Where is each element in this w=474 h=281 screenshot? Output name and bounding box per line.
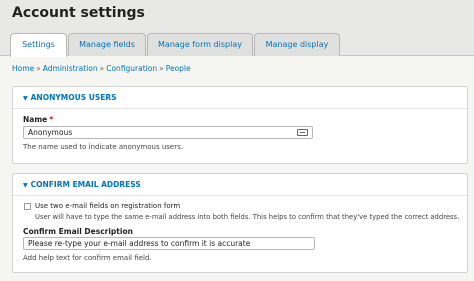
confirm-email-title: CONFIRM EMAIL ADDRESS [30, 180, 141, 189]
anonymous-users-panel: ▼ ANONYMOUS USERS Name * Anonymous The nam… [12, 86, 468, 164]
triangle-down-icon: ▼ [23, 95, 28, 102]
tab-manage-form-display[interactable]: Manage form display [147, 33, 253, 56]
tab-manage-display[interactable]: Manage display [254, 33, 340, 56]
anonymous-users-title: ANONYMOUS USERS [30, 93, 117, 102]
triangle-down-icon: ▼ [23, 182, 28, 189]
confirm-description-help: Add help text for confirm email field. [23, 254, 152, 262]
page-header: Account settings Settings Manage fields … [0, 0, 474, 57]
two-email-checkbox[interactable] [24, 203, 31, 210]
tab-manage-fields[interactable]: Manage fields [68, 33, 146, 56]
breadcrumb-separator: » [99, 64, 105, 73]
two-email-checkbox-description: User will have to type the same e-mail a… [35, 213, 460, 221]
breadcrumb-separator: » [36, 64, 41, 73]
confirm-description-input[interactable]: Please re-type your e-mail address to co… [23, 237, 315, 250]
breadcrumb-administration[interactable]: Administration [43, 64, 98, 73]
breadcrumb-home[interactable]: Home [12, 64, 34, 73]
anonymous-users-title-wrap: ▼ ANONYMOUS USERS [23, 93, 117, 102]
breadcrumb-separator: » [159, 64, 164, 73]
name-description: The name used to indicate anonymous user… [23, 143, 183, 151]
breadcrumb-people[interactable]: People [166, 64, 191, 73]
confirm-description-label: Confirm Email Description [23, 227, 133, 236]
tab-settings[interactable]: Settings [10, 33, 67, 57]
anonymous-name-input[interactable]: Anonymous [23, 126, 313, 139]
breadcrumb-configuration[interactable]: Configuration [106, 64, 157, 73]
keyboard-icon [297, 129, 308, 136]
name-label-wrap: Name * [23, 115, 53, 124]
anonymous-name-value: Anonymous [28, 128, 73, 137]
required-marker: * [49, 115, 54, 124]
confirm-description-value: Please re-type your e-mail address to co… [28, 239, 251, 248]
confirm-email-panel: ▼ CONFIRM EMAIL ADDRESS Use two e-mail fi… [12, 173, 468, 273]
breadcrumb: Home» Administration» Configuration» People [12, 64, 191, 73]
confirm-email-title-wrap: ▼ CONFIRM EMAIL ADDRESS [23, 180, 141, 189]
name-label: Name [23, 115, 48, 124]
confirm-email-header[interactable]: ▼ CONFIRM EMAIL ADDRESS [13, 174, 467, 196]
two-email-checkbox-label[interactable]: Use two e-mail fields on registration fo… [35, 202, 180, 210]
anonymous-users-header[interactable]: ▼ ANONYMOUS USERS [13, 87, 467, 109]
page-title: Account settings [12, 5, 145, 21]
